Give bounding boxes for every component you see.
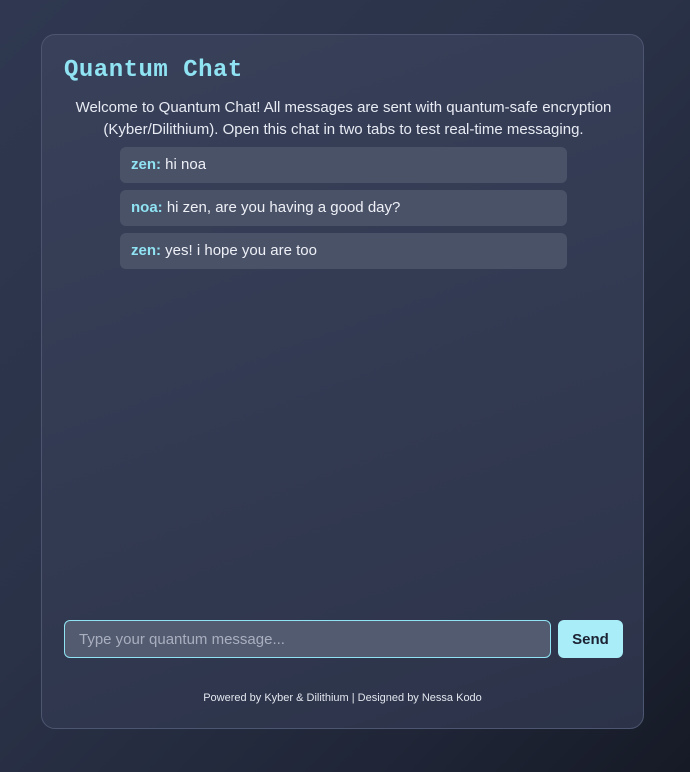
message-sender: noa: — [131, 199, 163, 216]
footer-credits: Powered by Kyber & Dilithium | Designed … — [203, 692, 482, 704]
chat-message: noa: hi zen, are you having a good day? — [120, 190, 567, 226]
chat-message: zen: yes! i hope you are too — [120, 233, 567, 269]
message-text: hi zen, are you having a good day? — [166, 199, 401, 216]
welcome-message: Welcome to Quantum Chat! All messages ar… — [75, 99, 612, 138]
composer: Send — [64, 620, 624, 658]
message-sender: zen: — [131, 242, 161, 259]
message-input[interactable] — [64, 620, 551, 658]
send-button[interactable]: Send — [558, 620, 623, 658]
app-title: Quantum Chat — [64, 57, 243, 84]
message-text: yes! i hope you are too — [165, 242, 317, 259]
chat-message: zen: hi noa — [120, 147, 567, 183]
message-sender: zen: — [131, 156, 161, 173]
chat-panel: Quantum Chat Welcome to Quantum Chat! Al… — [41, 34, 644, 729]
message-list: zen: hi noa noa: hi zen, are you having … — [120, 147, 567, 276]
message-text: hi noa — [165, 156, 207, 173]
